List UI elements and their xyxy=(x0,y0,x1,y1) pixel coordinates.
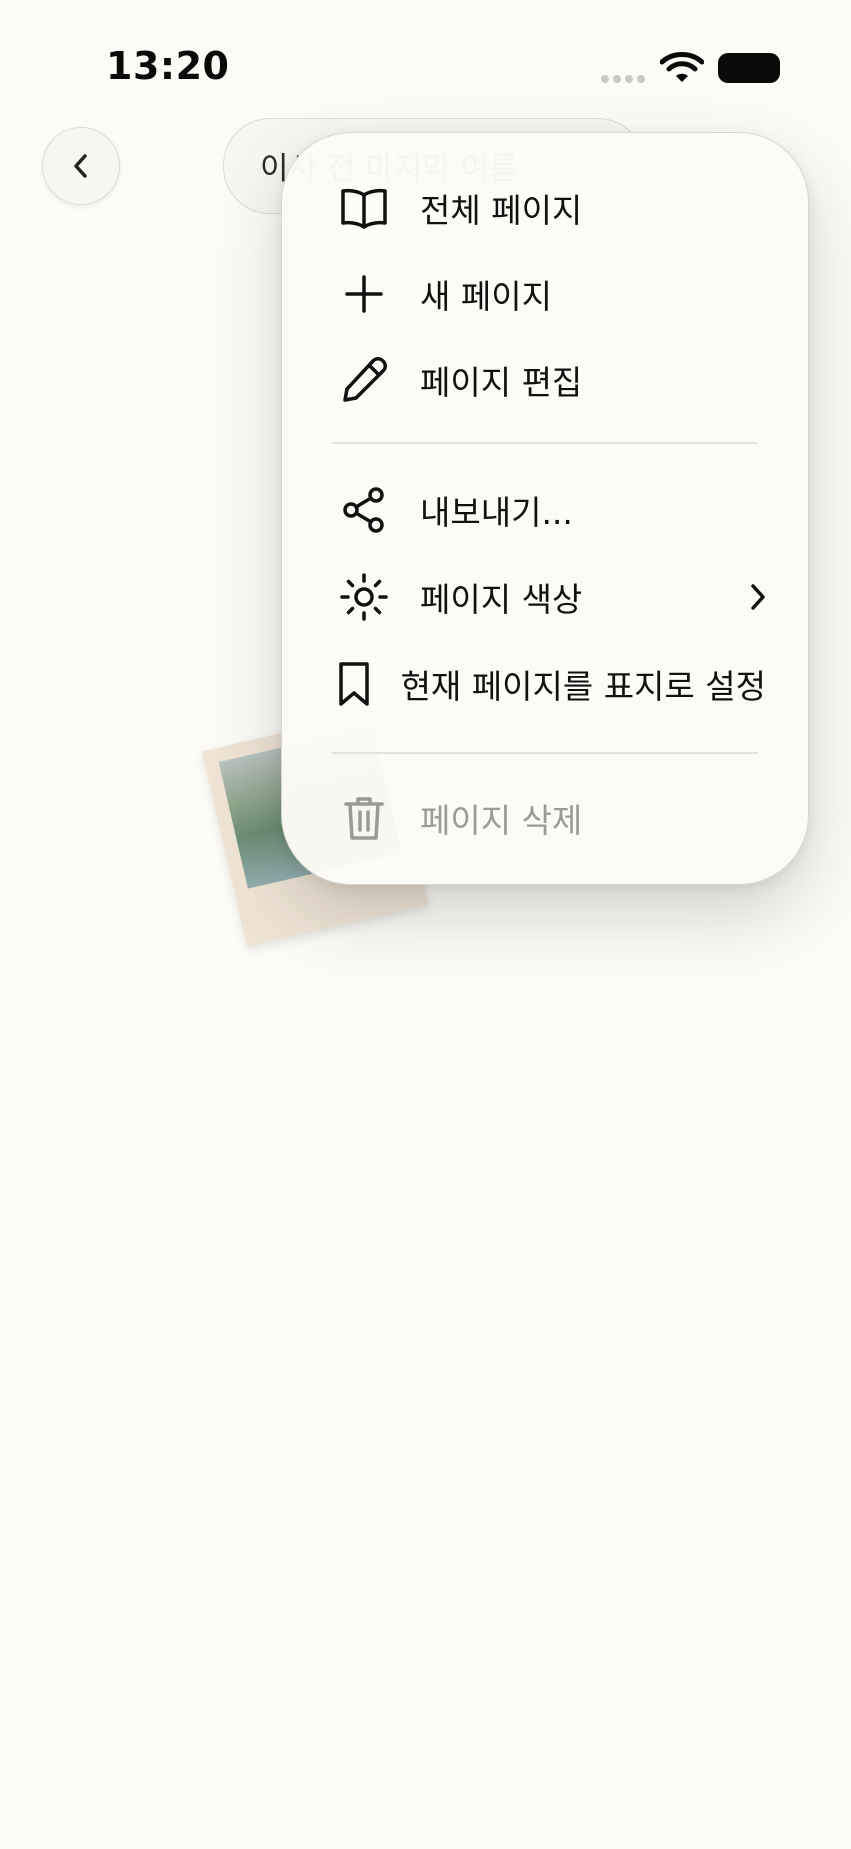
sun-icon xyxy=(340,573,388,621)
menu-item-delete-page[interactable]: 페이지 삭제 xyxy=(336,783,766,853)
battery-icon xyxy=(718,53,780,83)
signal-dots-icon xyxy=(601,75,645,83)
menu-item-label: 내보내기... xyxy=(420,493,573,532)
pencil-icon xyxy=(343,357,387,402)
menu-divider xyxy=(332,752,758,754)
back-button[interactable] xyxy=(42,127,120,205)
context-menu: 전체 페이지 새 페이지 페이지 편집 내보내기... 페이지 색상 현재 페이… xyxy=(281,132,809,885)
chevron-right-icon xyxy=(751,584,765,610)
menu-item-label: 페이지 편집 xyxy=(420,363,583,402)
trash-icon xyxy=(344,797,384,840)
menu-item-new-page[interactable]: 새 페이지 xyxy=(336,259,766,329)
chevron-left-icon xyxy=(74,154,87,178)
menu-item-label: 페이지 색상 xyxy=(420,580,583,619)
menu-item-page-color[interactable]: 페이지 색상 xyxy=(336,562,766,632)
status-bar: 13:20 xyxy=(0,0,851,130)
wifi-icon xyxy=(660,52,704,82)
menu-item-export[interactable]: 내보내기... xyxy=(336,475,766,545)
menu-divider xyxy=(332,442,758,444)
menu-item-label: 현재 페이지를 표지로 설정 xyxy=(400,667,766,706)
menu-item-label: 새 페이지 xyxy=(420,277,552,316)
bookmark-icon xyxy=(339,662,370,706)
menu-item-label: 페이지 삭제 xyxy=(420,801,583,840)
menu-item-edit-page[interactable]: 페이지 편집 xyxy=(336,345,766,415)
plus-icon xyxy=(345,275,383,313)
share-icon xyxy=(343,487,384,533)
book-open-icon xyxy=(341,188,387,229)
menu-item-set-cover[interactable]: 현재 페이지를 표지로 설정 xyxy=(336,649,766,719)
menu-item-all-pages[interactable]: 전체 페이지 xyxy=(336,173,766,243)
status-time: 13:20 xyxy=(106,44,230,88)
menu-item-label: 전체 페이지 xyxy=(420,191,583,230)
